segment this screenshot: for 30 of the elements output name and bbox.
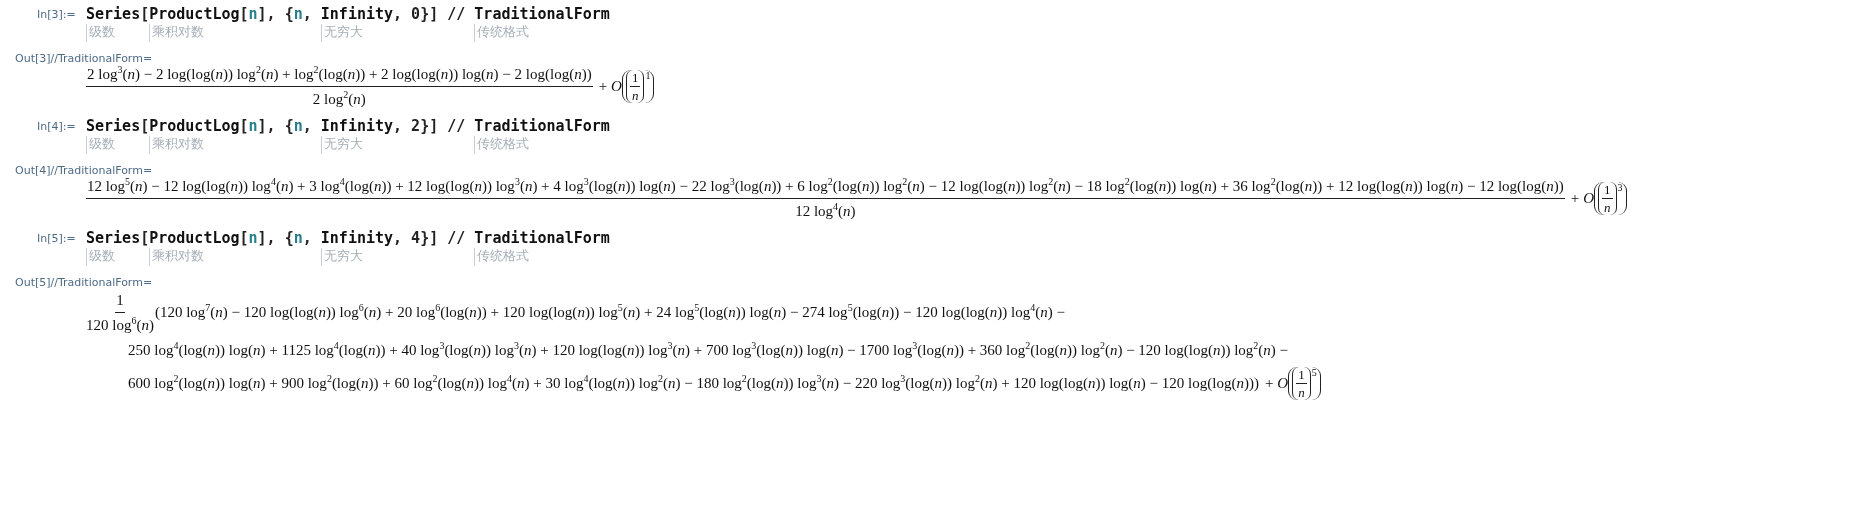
code-hint: 乘积对数 bbox=[149, 136, 205, 154]
code-hint: 无穷大 bbox=[320, 24, 363, 42]
input-code[interactable]: Series[ProductLog[n], {n, Infinity, 4}] // TraditionalForm bbox=[86, 228, 610, 248]
input-code[interactable]: Series[ProductLog[n], {n, Infinity, 0}] // TraditionalForm bbox=[86, 4, 610, 24]
input-code[interactable]: Series[ProductLog[n], {n, Infinity, 2}] // TraditionalForm bbox=[86, 116, 610, 136]
code-hint: 级数 bbox=[86, 248, 115, 266]
code-hint: 传统格式 bbox=[474, 24, 530, 42]
cell-label: In[5]:= bbox=[37, 231, 77, 245]
formula-denominator: 120 log$^{6}$(n) bbox=[86, 314, 154, 334]
cell-label: Out[4]//TraditionalForm= bbox=[15, 164, 154, 177]
code-hint: 传统格式 bbox=[474, 136, 530, 154]
formula-denominator: 2 log$^{2}$(n) bbox=[312, 88, 366, 108]
formula-line: 250 log$^{4}$(log(n)) log(n) + 1125 log$^{4}$(log(n)) + 40 log$^{3}$(log(n)) log$^{3}$(n) + 120 log(log(n)) log$^{3}$(n) + 700 log$^{3}$(log(n)) log(n) − 1700 log$^{3}$(log(n)) + 360 log$^{2}$(log(n)) log$^{2}$(n) − 120 log(log(n)) log$^{2}$(n) − bbox=[127, 342, 1289, 359]
code-hint: 传统格式 bbox=[474, 248, 530, 266]
code-hint: 级数 bbox=[86, 136, 115, 154]
formula-numerator: 12 log$^{5}$(n) − 12 log(log(n)) log$^{4}$(n) + 3 log$^{4}$(log(n)) + 12 log(log(n)) log$^{3}$(n) + 4 log$^{3}$(log(n)) log(n) − 22 log$^{3}$(log(n)) + 6 log$^{2}$(log(n)) log$^{2}$(n) − 12 log(log(n)) log$^{2}$(n) − 18 log$^{2}$(log(n)) log(n) + 36 log$^{2}$(log(n)) + 12 log(log(n)) log(n) − 12 log(log(n)) bbox=[86, 177, 1565, 199]
formula-denominator: 12 log$^{4}$(n) bbox=[795, 200, 856, 220]
code-hint: 无穷大 bbox=[320, 136, 363, 154]
cell-label: Out[3]//TraditionalForm= bbox=[15, 52, 154, 65]
code-hint: 无穷大 bbox=[320, 248, 363, 266]
cell-label: In[4]:= bbox=[37, 119, 77, 133]
cell-label: Out[5]//TraditionalForm= bbox=[15, 276, 154, 289]
code-hint: 乘积对数 bbox=[149, 248, 205, 266]
code-hint: 乘积对数 bbox=[149, 24, 205, 42]
code-hint: 级数 bbox=[86, 24, 115, 42]
formula-numerator: 1 bbox=[115, 291, 125, 313]
cell-label: In[3]:= bbox=[37, 7, 77, 21]
formula-line: 600 log$^{2}$(log(n)) log(n) + 900 log$^{2}$(log(n)) + 60 log$^{2}$(log(n)) log$^{4}$(n) + 30 log$^{4}$(log(n)) log$^{2}$(n) − 180 log$^{2}$(log(n)) log$^{3}$(n) − 220 log$^{3}$(log(n)) log$^{2}$(n) + 120 log(log(n)) log(n) − 120 log(log(n))) bbox=[127, 375, 1259, 392]
formula-line: (120 log$^{7}$(n) − 120 log(log(n)) log$^{6}$(n) + 20 log$^{6}$(log(n)) + 120 log(log(n)) log$^{5}$(n) + 24 log$^{5}$(log(n)) log(n) − 274 log$^{5}$(log(n)) − 120 log(log(n)) log$^{4}$(n) − bbox=[154, 304, 1065, 321]
formula-numerator: 2 log$^{3}$(n) − 2 log(log(n)) log$^{2}$(n) + log$^{2}$(log(n)) + 2 log(log(n)) log(n) − 2 log(log(n)) bbox=[86, 65, 593, 87]
